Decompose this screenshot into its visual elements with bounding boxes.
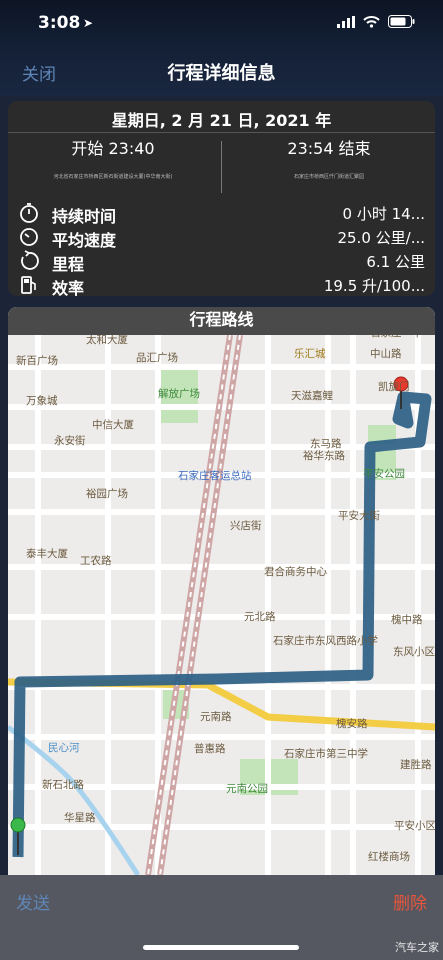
map-label: 元北路	[244, 610, 276, 623]
trip-date: 星期日, 2 月 21 日, 2021 年	[111, 111, 332, 130]
start-time: 开始 23:40	[71, 139, 155, 158]
map-label: 永安街	[54, 434, 86, 447]
send-button[interactable]: 发送	[16, 889, 50, 914]
map-label: 石家庄客运总站	[178, 469, 252, 482]
map-label: 品汇广场	[136, 351, 178, 364]
divider	[221, 141, 222, 193]
map-label: 平安大街	[338, 509, 380, 522]
home-indicator-area: 汽车之家	[0, 927, 443, 960]
map-label: 平安公园	[363, 467, 405, 480]
odometer-icon	[21, 250, 39, 270]
stat-label: 效率	[52, 279, 85, 296]
start-address: 河北省石家庄市桥西区新石街道建设大厦(中华南大街)	[53, 174, 173, 180]
map-label: 裕华东路	[303, 449, 345, 462]
speedometer-icon	[20, 228, 38, 246]
map-label: 万象城	[26, 395, 58, 407]
map-label: 东马路	[310, 437, 342, 450]
status-bar: 3:08 ➤	[0, 0, 443, 48]
map-label: 普惠路	[194, 742, 226, 755]
delete-button[interactable]: 删除	[393, 889, 427, 914]
stat-label: 平均速度	[52, 231, 117, 250]
map-label: 石家庄市东风西路小学	[273, 634, 378, 647]
map-title: 行程路线	[8, 307, 435, 335]
map-label: 中信大厦	[92, 418, 134, 431]
location-arrow-icon: ➤	[83, 16, 94, 30]
map-label: 红楼商场	[368, 850, 410, 863]
stat-value: 6.1 公里	[366, 253, 425, 271]
stat-label: 持续时间	[52, 207, 117, 226]
battery-icon	[388, 15, 415, 28]
map-label: 解放广场	[158, 387, 200, 400]
navigation-bar: 关闭 行程详细信息	[0, 48, 443, 96]
map-label: 君合商务中心	[264, 565, 327, 578]
map-label: 新百广场	[16, 354, 58, 367]
map-label: 乐汇城	[294, 347, 326, 360]
map-label: 泰丰大厦	[26, 547, 68, 560]
trip-summary-card: 星期日, 2 月 21 日, 2021 年 开始 23:40 河北省石家庄市桥西…	[8, 101, 435, 296]
map-label: 东风小区	[393, 645, 435, 658]
route-map[interactable]: 太和大厦 新百广场 品汇广场 乐汇城 万象城 解放广场 中信大厦 永安街 裕园广…	[8, 307, 435, 875]
map-label: 天滋嘉鲤	[291, 389, 333, 402]
stat-row-efficiency: 效率 19.5 升/100...	[18, 274, 425, 296]
map-label: 民心河	[48, 742, 80, 754]
stat-label: 里程	[52, 255, 85, 274]
status-time: 3:08	[38, 13, 81, 33]
map-label: 华星路	[64, 811, 96, 824]
map-label: 工农路	[80, 554, 112, 567]
bottom-toolbar: 发送 删除	[0, 875, 443, 927]
divider	[8, 132, 435, 133]
watermark: 汽车之家	[395, 941, 439, 954]
stat-row-distance: 里程 6.1 公里	[18, 250, 425, 274]
map-label: 槐安路	[336, 717, 368, 730]
map-label: 裕园广场	[86, 487, 128, 500]
map-label: 元南路	[200, 710, 232, 723]
stat-value: 19.5 升/100...	[323, 277, 425, 295]
trip-end: 23:54 结束 石家庄市桥西区仟门街道汇聚园	[224, 134, 434, 180]
page-title: 行程详细信息	[167, 63, 276, 84]
map-canvas[interactable]: 太和大厦 新百广场 品汇广场 乐汇城 万象城 解放广场 中信大厦 永安街 裕园广…	[8, 307, 435, 875]
wifi-icon	[363, 15, 380, 28]
home-indicator[interactable]	[143, 945, 299, 950]
fuel-pump-icon	[21, 276, 36, 294]
stopwatch-icon	[20, 203, 38, 223]
map-label: 中山路	[370, 347, 402, 360]
stat-value: 25.0 公里/...	[337, 229, 425, 247]
stat-value: 0 小时 14...	[342, 205, 425, 223]
map-label: 建胜路	[400, 758, 432, 771]
stat-row-speed: 平均速度 25.0 公里/...	[18, 226, 425, 250]
end-address: 石家庄市桥西区仟门街道汇聚园	[293, 174, 364, 180]
map-label: 新石北路	[42, 778, 84, 791]
map-label: 槐中路	[391, 613, 423, 626]
end-time: 23:54 结束	[287, 139, 371, 158]
stat-row-duration: 持续时间 0 小时 14...	[18, 202, 425, 226]
map-label: 凯旋门	[378, 380, 410, 393]
map-label: 石家庄市第三中学	[284, 747, 368, 760]
map-label: 元南公园	[226, 782, 268, 795]
cellular-signal-icon	[337, 15, 355, 28]
map-label: 平安小区	[394, 819, 435, 832]
map-label: 兴店街	[230, 519, 262, 532]
trip-start: 开始 23:40 河北省石家庄市桥西区新石街道建设大厦(中华南大街)	[8, 134, 218, 180]
